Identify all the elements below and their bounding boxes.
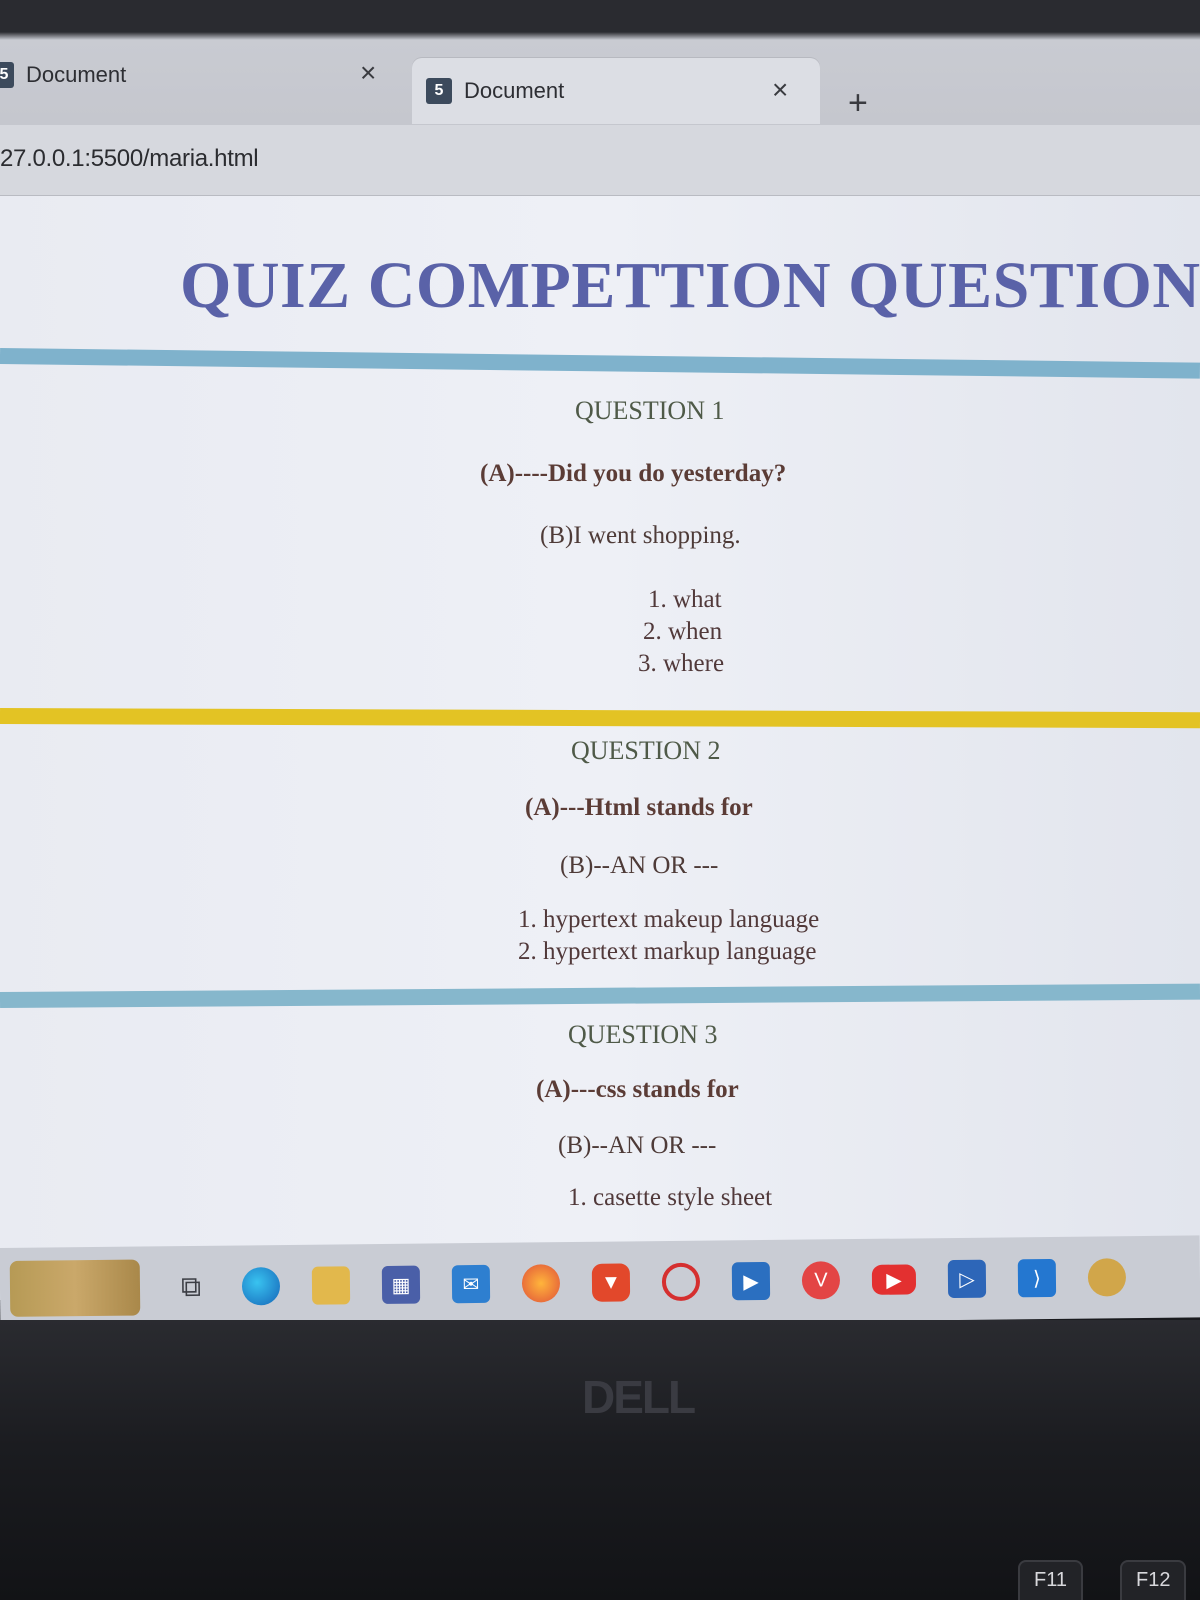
tab-strip: 5 Document × 5 Document × +	[0, 0, 1200, 140]
question-heading: QUESTION 3	[568, 1020, 718, 1049]
question-heading: QUESTION 1	[575, 396, 725, 425]
file-explorer-icon[interactable]	[311, 1266, 351, 1305]
new-tab-icon[interactable]: +	[848, 84, 868, 123]
document-favicon-icon: 5	[426, 78, 452, 104]
close-icon[interactable]: ×	[360, 57, 376, 89]
answer-option: 2. hypertext markup language	[518, 938, 817, 965]
page-title: QUIZ COMPETTION QUESTIONS	[180, 249, 1200, 322]
task-view-icon[interactable]: ⧉	[172, 1268, 210, 1306]
close-icon[interactable]: ×	[772, 74, 788, 106]
remote-desktop-icon[interactable]: ▷	[947, 1259, 987, 1299]
divider-blue	[0, 348, 1200, 379]
laptop-bezel: DELL F11 F12	[0, 1320, 1200, 1600]
answer-option: 1. casette style sheet	[568, 1184, 773, 1211]
question-heading: QUESTION 2	[571, 736, 721, 765]
answer-option: 1. what	[648, 586, 722, 613]
brand-logo: DELL	[582, 1371, 696, 1423]
tab-document-1[interactable]: 5 Document ×	[0, 45, 400, 105]
store-icon[interactable]: ▦	[381, 1265, 421, 1304]
opera-icon[interactable]	[661, 1262, 701, 1302]
tab-title: Document	[464, 78, 565, 103]
photo-stage: 5 Document × 5 Document × + 27.0.0.1:550…	[0, 0, 1200, 1600]
brave-icon[interactable]: ▼	[591, 1263, 631, 1302]
question-part-a: (A)---css stands for	[536, 1076, 739, 1103]
mail-icon[interactable]: ✉	[451, 1264, 491, 1304]
divider-yellow	[0, 708, 1200, 729]
vscode-icon[interactable]: ⟩	[1017, 1258, 1057, 1298]
page-content: QUIZ COMPETTION QUESTIONS QUESTION 1 (A)…	[0, 196, 1200, 1256]
firefox-icon[interactable]	[521, 1264, 561, 1303]
question-part-a: (A)----Did you do yesterday?	[480, 460, 787, 487]
tab-document-2[interactable]: 5 Document ×	[412, 58, 820, 124]
tab-title: Document	[26, 62, 127, 87]
answer-option: 3. where	[638, 650, 725, 677]
edge-icon[interactable]	[241, 1267, 281, 1306]
answer-option: 2. when	[643, 618, 723, 645]
youtube-icon[interactable]: ▶	[871, 1264, 917, 1295]
weather-widget-icon[interactable]	[9, 1259, 141, 1317]
app-icon[interactable]	[1087, 1258, 1127, 1297]
question-part-b: (B)--AN OR ---	[560, 852, 719, 879]
question-part-b: (B)I went shopping.	[540, 522, 741, 549]
document-favicon-icon: 5	[0, 62, 14, 88]
browser-window: 5 Document × 5 Document × + 27.0.0.1:550…	[0, 0, 1200, 1300]
vivaldi-icon[interactable]: V	[801, 1261, 841, 1300]
address-bar[interactable]: 27.0.0.1:5500/maria.html	[0, 125, 1200, 196]
key-f11: F11	[1018, 1560, 1083, 1600]
media-player-icon[interactable]: ▶	[731, 1261, 771, 1301]
key-f12: F12	[1120, 1560, 1187, 1600]
taskbar: ⧉ ▦ ✉ ▼ ▶ V ▶ ▷ ⟩	[0, 1235, 1200, 1330]
answer-option: 1. hypertext makeup language	[518, 906, 820, 933]
url-text[interactable]: 27.0.0.1:5500/maria.html	[0, 145, 259, 173]
question-part-a: (A)---Html stands for	[525, 794, 753, 821]
question-part-b: (B)--AN OR ---	[558, 1132, 717, 1159]
divider-blue	[0, 983, 1200, 1008]
